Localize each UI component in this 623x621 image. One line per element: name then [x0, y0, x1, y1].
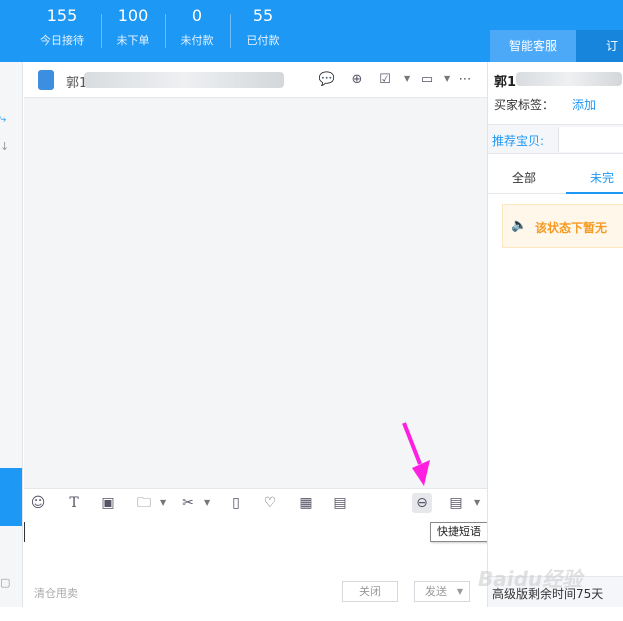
selected-contact[interactable]	[0, 468, 22, 526]
chat-header: 郭1 💬 ⊕ ☑ ▼ ▭ ▼ ⋯	[24, 62, 487, 98]
customer-panel: 郭1 买家标签： 添加 推荐宝贝: 全部 未完 🔈 该状态下暂无 高级版剩余时间…	[487, 62, 623, 607]
speaker-icon: 🔈	[511, 218, 528, 233]
chevron-down-icon[interactable]: ▼	[404, 74, 410, 83]
stat-value: 155	[46, 6, 78, 25]
input-hint: 清仓甩卖	[34, 587, 78, 600]
stat-label: 未付款	[180, 34, 214, 47]
contact-list: ⤷ ↓ ▢	[0, 62, 23, 607]
vibrate-icon[interactable]: ▯	[226, 493, 246, 513]
quick-phrase-tooltip: 快捷短语	[430, 522, 488, 542]
tab-orders[interactable]: 订单	[576, 30, 623, 85]
stat-today-received[interactable]: 155 今日接待	[22, 0, 102, 62]
chat-bubble-icon[interactable]: 💬	[318, 71, 336, 89]
font-icon[interactable]: T	[64, 493, 84, 513]
redacted-contact-id	[84, 72, 284, 88]
active-tab-indicator	[566, 192, 623, 194]
text-cursor	[24, 522, 25, 542]
calculator-icon[interactable]: ▦	[296, 493, 316, 513]
tab-smart-service[interactable]: 智能客服	[490, 30, 576, 62]
quick-phrase-icon[interactable]: ⊖	[412, 493, 432, 513]
stat-value: 100	[117, 6, 149, 25]
stats-bar: 155 今日接待 100 未下单 0 未付款 55 已付款 智能客服 订单	[0, 0, 623, 85]
arrow-icon: ↓	[0, 140, 10, 153]
redacted-customer-id	[516, 72, 622, 86]
window-icon[interactable]: ▢	[0, 576, 10, 589]
add-contact-icon[interactable]: ⊕	[348, 71, 366, 89]
link-icon[interactable]: ⤷	[0, 112, 6, 126]
chevron-down-icon[interactable]: ▼	[457, 582, 463, 601]
folder-icon[interactable]: 🗀	[134, 493, 154, 513]
add-tag-link[interactable]: 添加	[572, 96, 596, 113]
notice-text: 该状态下暂无	[535, 221, 608, 235]
message-input[interactable]	[24, 516, 487, 576]
empty-notice: 🔈 该状态下暂无	[502, 204, 623, 248]
chevron-down-icon[interactable]: ▼	[444, 74, 450, 83]
image-icon[interactable]: ▣	[98, 493, 118, 513]
recommend-label: 推荐宝贝:	[492, 134, 545, 148]
window-bottom	[0, 607, 623, 621]
emoji-icon[interactable]: ☺	[28, 493, 48, 513]
chat-footer: 清仓甩卖 关闭 发送 ▼	[24, 576, 487, 607]
stat-not-ordered[interactable]: 100 未下单	[102, 0, 164, 62]
chevron-down-icon[interactable]: ▼	[204, 498, 210, 507]
customer-name: 郭1	[494, 75, 517, 90]
watermark: Baidu经验	[478, 567, 583, 591]
tab-all[interactable]: 全部	[512, 169, 536, 186]
scissors-icon[interactable]: ✂	[178, 493, 198, 513]
recommend-input[interactable]	[558, 127, 623, 152]
stat-value: 55	[252, 6, 274, 25]
history-icon[interactable]: ▤	[446, 493, 466, 513]
input-toolbar: ☺ T ▣ 🗀 ▼ ✂ ▼ ▯ ♡ ▦ ▤ ⊖ ▤ ▼	[24, 488, 487, 516]
stat-label: 已付款	[246, 34, 280, 47]
buyer-tag-label: 买家标签：	[494, 98, 555, 112]
close-button[interactable]: 关闭	[342, 581, 398, 602]
message-area	[24, 98, 487, 488]
send-label: 发送	[425, 585, 447, 598]
recommend-row: 推荐宝贝:	[488, 124, 623, 154]
stat-value: 0	[191, 6, 203, 25]
stat-label: 未下单	[116, 34, 150, 47]
order-tabs: 全部 未完	[488, 162, 623, 194]
heart-icon[interactable]: ♡	[260, 493, 280, 513]
more-icon[interactable]: ⋯	[456, 71, 474, 89]
platform-icon	[38, 70, 54, 90]
tab-unfinished[interactable]: 未完	[590, 169, 614, 186]
send-button[interactable]: 发送 ▼	[414, 581, 470, 602]
stat-unpaid[interactable]: 0 未付款	[166, 0, 228, 62]
chevron-down-icon[interactable]: ▼	[160, 498, 166, 507]
stat-paid[interactable]: 55 已付款	[231, 0, 295, 62]
task-icon[interactable]: ☑	[376, 71, 394, 89]
chevron-down-icon[interactable]: ▼	[474, 498, 480, 507]
video-icon[interactable]: ▭	[418, 71, 436, 89]
stat-label: 今日接待	[40, 34, 84, 47]
save-icon[interactable]: ▤	[330, 493, 350, 513]
